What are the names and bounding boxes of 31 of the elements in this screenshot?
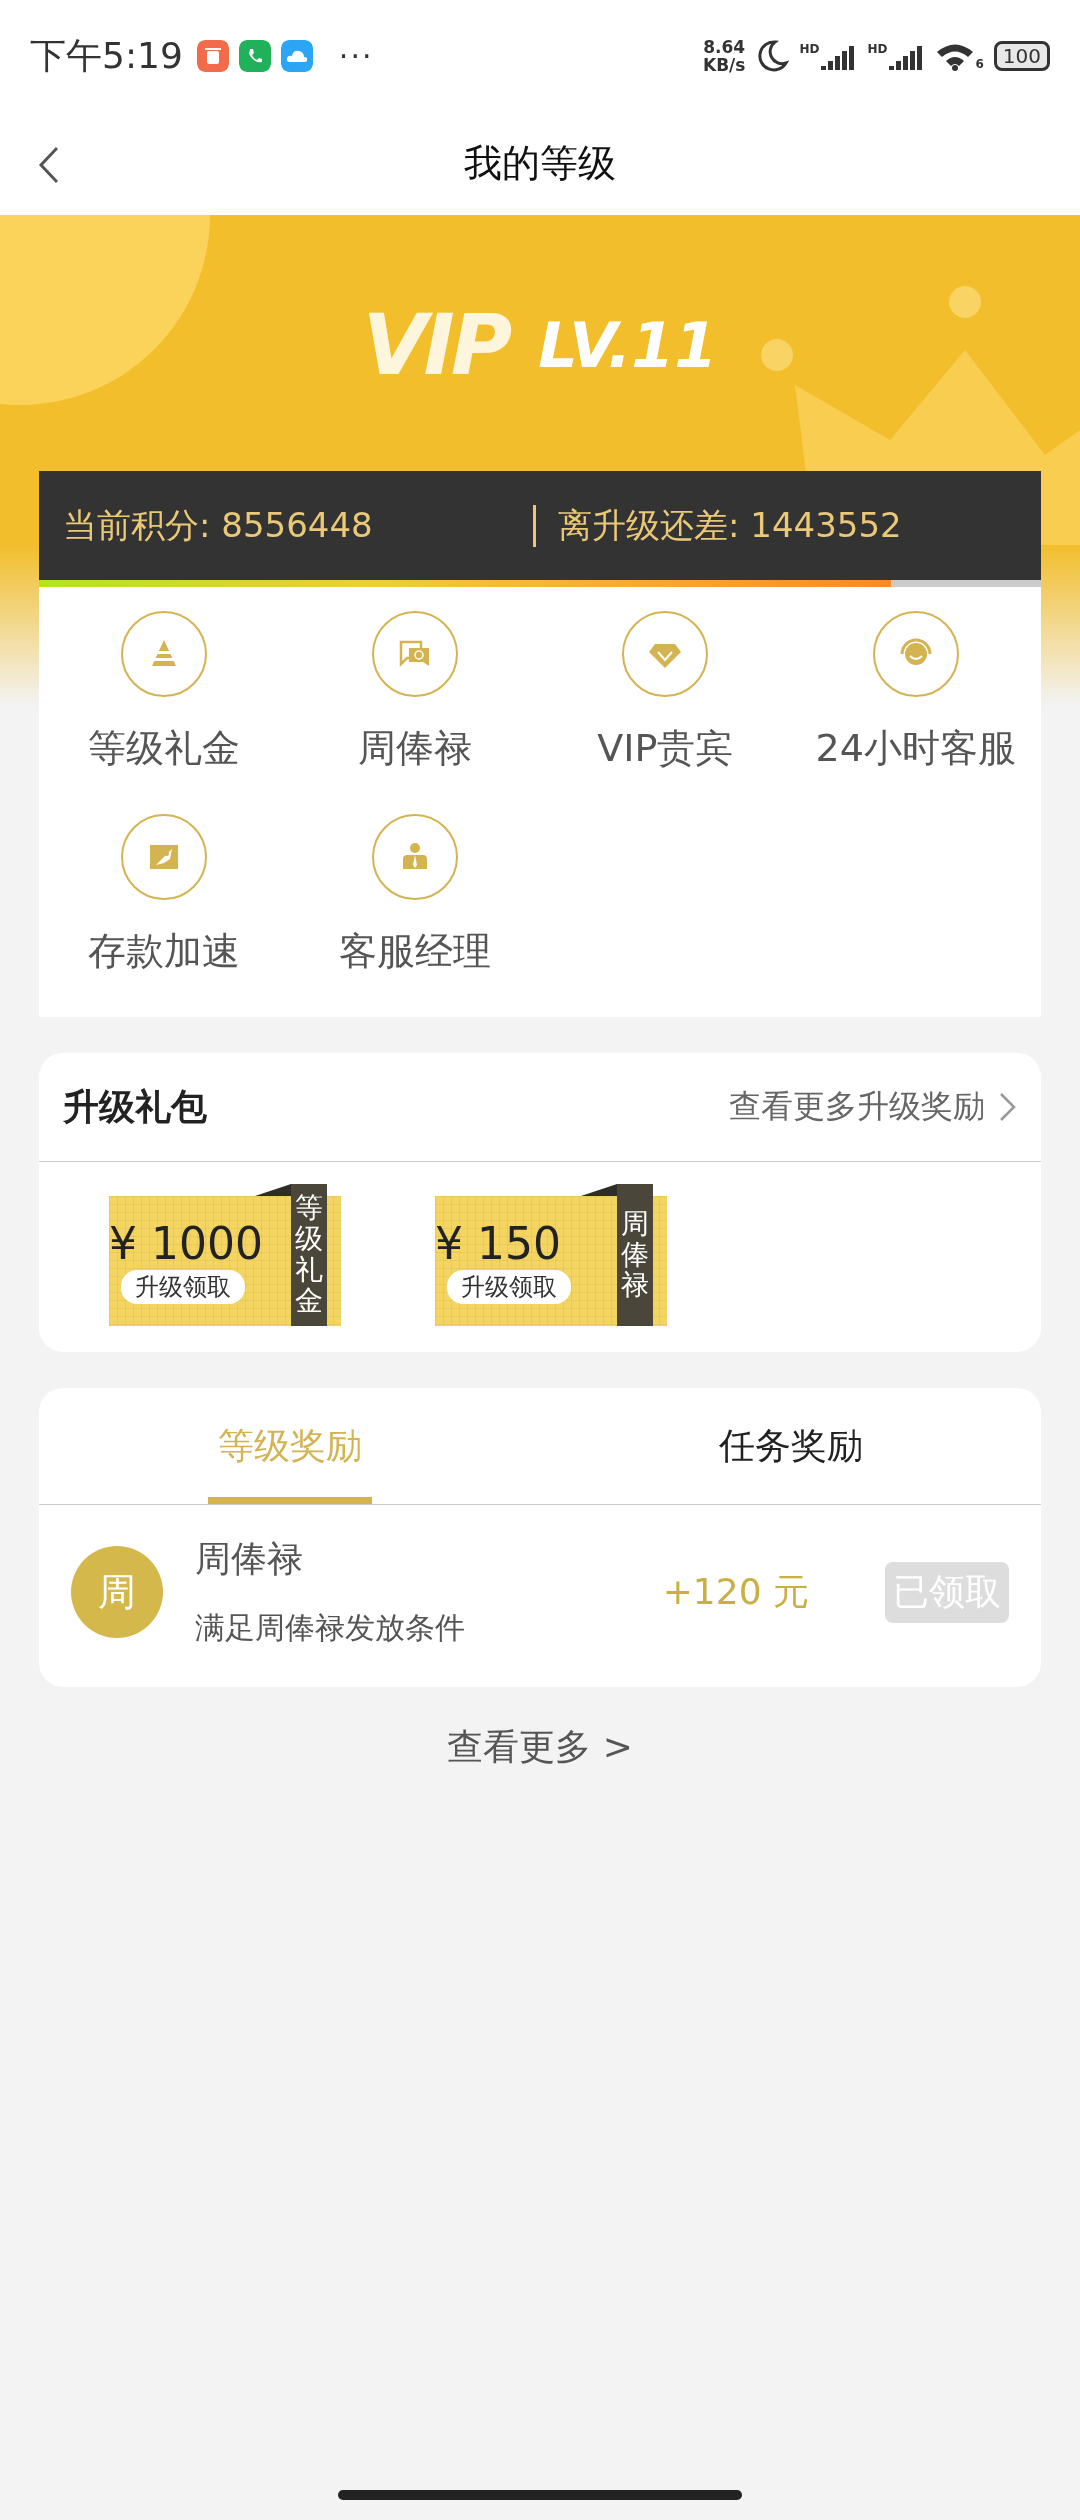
wifi-label: 6 <box>975 57 984 71</box>
benefit-label[interactable]: 客服经理 <box>338 926 491 977</box>
net-speed-unit: KB/s <box>702 56 746 74</box>
section-title: 升级礼包 <box>63 1084 208 1129</box>
ticket-ribbon: 周俸禄 <box>617 1184 653 1326</box>
reward-description: 满足周俸禄发放条件 <box>195 1609 466 1647</box>
benefit-label[interactable]: 存款加速 <box>88 926 241 977</box>
view-more-link[interactable]: 查看更多 > <box>447 1726 633 1767</box>
clock: 下午5:19 <box>30 33 183 78</box>
net-speed: 8.64 <box>703 38 746 56</box>
benefit-label[interactable]: 24小时客服 <box>815 723 1016 774</box>
more-notifications: ··· <box>338 38 374 74</box>
benefit-label[interactable]: VIP贵宾 <box>597 723 734 774</box>
vip-level: LV.11 <box>538 308 718 382</box>
ticket-amount: ¥ 150 <box>435 1218 561 1270</box>
battery-indicator: 100 <box>993 41 1050 71</box>
benefit-label[interactable]: 周俸禄 <box>357 723 472 774</box>
points-to-upgrade: 离升级还差: 1443552 <box>558 503 902 547</box>
more-rewards-link[interactable]: 查看更多升级奖励 <box>729 1085 985 1129</box>
benefit-label[interactable]: 等级礼金 <box>88 723 241 774</box>
vip-logo: VIP <box>362 296 509 394</box>
tab[interactable]: 任务奖励 <box>708 1388 873 1504</box>
ticket-action: 升级领取 <box>121 1270 245 1304</box>
reward-badge: 周 <box>71 1546 163 1638</box>
current-points: 当前积分: 8556448 <box>62 503 374 547</box>
reward-title: 周俸禄 <box>195 1537 304 1581</box>
page-title: 我的等级 <box>464 140 616 187</box>
ticket-ribbon: 等级礼金 <box>291 1184 327 1326</box>
reward-amount: +120 元 <box>662 1569 809 1614</box>
ticket-action: 升级领取 <box>447 1270 571 1304</box>
ticket-amount: ¥ 1000 <box>109 1218 263 1270</box>
